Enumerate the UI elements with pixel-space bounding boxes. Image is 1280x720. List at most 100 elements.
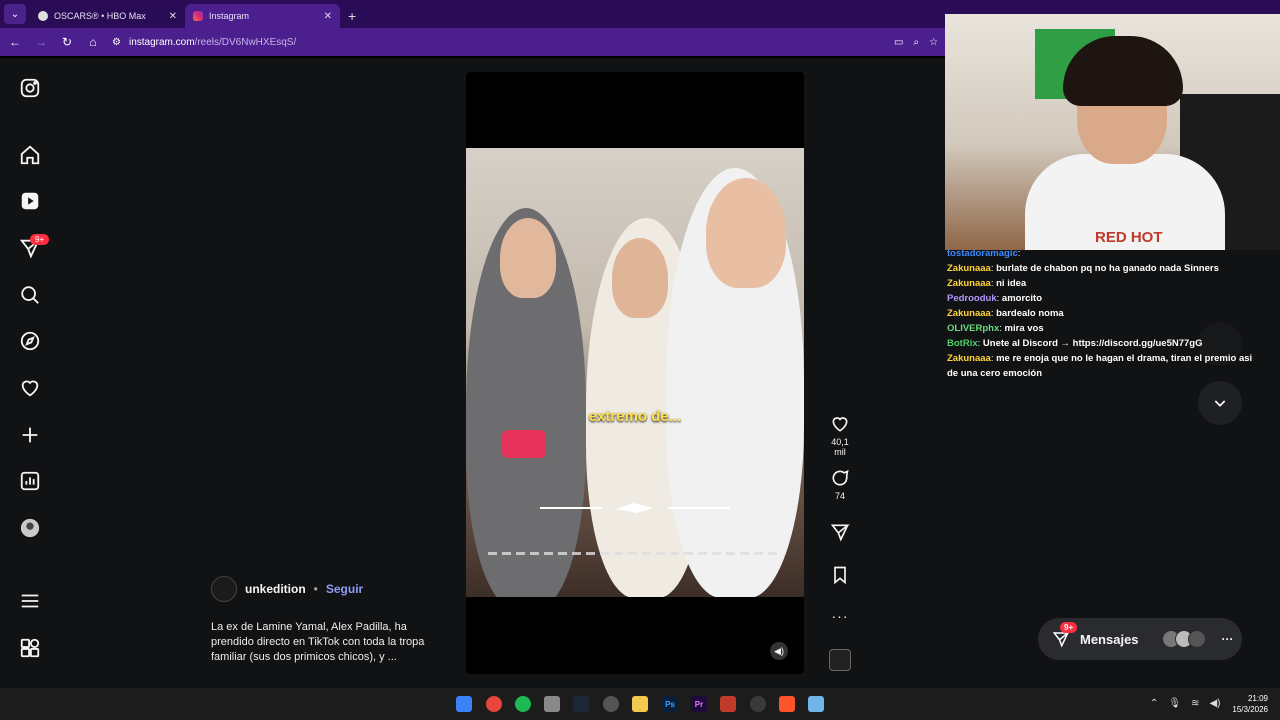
reel-player[interactable]: extremo de... ◀)	[466, 72, 804, 674]
chat-user: BotRix	[947, 338, 978, 349]
steam-icon[interactable]	[573, 696, 589, 712]
reels-icon[interactable]	[18, 189, 42, 213]
likes-count: 40,1 mil	[831, 437, 849, 457]
heart-icon[interactable]	[18, 376, 42, 400]
discord-icon[interactable]	[544, 696, 560, 712]
chrome-icon[interactable]	[486, 696, 502, 712]
message-avatars	[1161, 630, 1206, 648]
premiere-icon[interactable]: Pr	[691, 696, 707, 712]
comment-icon	[832, 469, 849, 486]
tab-instagram[interactable]: Instagram ✕	[185, 4, 340, 28]
like-button[interactable]: 40,1 mil	[826, 414, 854, 457]
messages-more: ···	[1221, 632, 1234, 646]
notepad-icon[interactable]	[808, 696, 824, 712]
close-tab-icon[interactable]: ✕	[169, 11, 177, 22]
speaker-icon[interactable]: ◀)	[1209, 698, 1220, 709]
author-row: unkedition • Seguir	[211, 576, 451, 602]
chat-text: de una cero emoción	[947, 368, 1043, 379]
more-options-icon[interactable]: ···	[826, 608, 854, 624]
toolbar-actions: ▭ ⌕ ☆	[894, 37, 938, 48]
explore-compass-icon[interactable]	[18, 329, 42, 353]
wifi-icon[interactable]: ≋	[1191, 698, 1199, 709]
chat-message: de una cero emoción	[947, 366, 1277, 381]
comment-button[interactable]: 74	[826, 468, 854, 501]
forward-arrow-icon[interactable]: →	[34, 35, 48, 49]
chat-text: ni idea	[996, 278, 1027, 289]
messages-button[interactable]: 9+ Mensajes ···	[1038, 618, 1242, 660]
new-tab-button[interactable]: +	[348, 8, 356, 24]
person-face	[612, 238, 668, 318]
send-icon	[830, 524, 850, 542]
chat-text: me re enoja que no le hagan el drama, ti…	[996, 353, 1253, 364]
also-from-meta-icon[interactable]	[18, 636, 42, 660]
avatar	[1187, 630, 1206, 648]
save-button[interactable]	[826, 565, 854, 588]
clock[interactable]: 21:09 15/3/2026	[1228, 693, 1268, 715]
site-info-icon[interactable]: ⚙	[112, 37, 121, 48]
volume-icon[interactable]: ◀)	[770, 642, 788, 660]
back-arrow-icon[interactable]: ←	[8, 35, 22, 49]
reel-video[interactable]	[466, 148, 804, 597]
person-face	[706, 178, 786, 288]
windows-taskbar: Ps Pr ⌃ 🎙 ≋ ◀) 21:09 15/3/2026	[0, 688, 1280, 720]
folder-icon[interactable]	[632, 696, 648, 712]
chat-text: bardealo noma	[996, 308, 1064, 319]
search-icon[interactable]	[18, 283, 42, 307]
bookmark-star-icon[interactable]: ☆	[929, 37, 938, 48]
cast-icon[interactable]: ▭	[894, 37, 903, 48]
tab-search-button[interactable]: ⌄	[4, 4, 26, 24]
screen: ⌄ OSCARS® • HBO Max ✕ Instagram ✕ + ← → …	[0, 0, 1280, 720]
chat-message: Zakunaaa: burlate de chabon pq no ha gan…	[947, 263, 1219, 274]
brave-icon[interactable]	[779, 696, 795, 712]
zoom-icon[interactable]: ⌕	[913, 37, 919, 48]
chat-text: amorcito	[1001, 293, 1043, 304]
share-button[interactable]	[826, 522, 854, 545]
follow-button[interactable]: Seguir	[326, 582, 363, 596]
audio-thumbnail[interactable]	[829, 649, 851, 671]
clock-time: 21:09	[1247, 694, 1268, 703]
phone-pink	[502, 430, 546, 458]
address-bar[interactable]: ⚙ instagram.com/reels/DV6NwHXEsqS/	[112, 37, 296, 48]
obs-icon[interactable]	[603, 696, 619, 712]
dashboard-icon[interactable]	[18, 469, 42, 493]
spotify-icon[interactable]	[515, 696, 531, 712]
windows-start-icon[interactable]	[456, 696, 472, 712]
home-icon[interactable]: ⌂	[86, 35, 100, 49]
clock-date: 15/3/2026	[1232, 705, 1268, 714]
app-red-icon[interactable]	[720, 696, 736, 712]
cursor-app-icon[interactable]	[750, 696, 766, 712]
chat-user: tostadoramagic	[947, 248, 1018, 259]
author-name[interactable]: unkedition	[245, 582, 306, 596]
reload-icon[interactable]: ↻	[60, 35, 74, 49]
sidebar: 9+	[0, 58, 60, 688]
reel-description[interactable]: La ex de Lamine Yamal, Alex Padilla, ha …	[211, 620, 451, 665]
streamer-webcam: RED HOT	[945, 14, 1280, 250]
chevron-up-icon[interactable]: ⌃	[1150, 698, 1158, 709]
menu-hamburger-icon[interactable]	[18, 589, 42, 613]
home-icon[interactable]	[18, 143, 42, 167]
tab-oscars[interactable]: OSCARS® • HBO Max ✕	[30, 4, 185, 28]
chat-user: Zakunaaa	[947, 353, 991, 364]
chat-text: Unete al Discord → https://discord.gg/ue…	[982, 338, 1203, 349]
close-tab-icon[interactable]: ✕	[324, 11, 332, 22]
messages-label: Mensajes	[1080, 631, 1139, 647]
shirt-text: RED HOT	[1095, 229, 1163, 246]
next-reel-button[interactable]	[1198, 381, 1242, 425]
author-avatar[interactable]	[211, 576, 237, 602]
heart-icon	[832, 417, 848, 432]
messages-badge: 9+	[1060, 622, 1078, 633]
chat-user: Pedrooduk	[947, 293, 997, 304]
microphone-icon[interactable]: 🎙	[1168, 698, 1181, 709]
reel-overlay-caption: extremo de...	[588, 408, 682, 425]
watermark-line	[540, 507, 602, 509]
instagram-logo-icon[interactable]	[18, 76, 42, 100]
separator: •	[313, 582, 318, 596]
system-tray: ⌃ 🎙 ≋ ◀)	[1150, 698, 1221, 709]
profile-avatar-icon[interactable]	[18, 516, 42, 540]
photoshop-icon[interactable]: Ps	[662, 696, 678, 712]
chat-user: OLIVERphx	[947, 323, 1000, 334]
hbo-favicon-icon	[38, 11, 48, 21]
create-plus-icon[interactable]	[18, 423, 42, 447]
url-host: instagram.com	[128, 36, 195, 48]
chat-message: Zakunaaa: me re enoja que no le hagan el…	[947, 353, 1253, 364]
